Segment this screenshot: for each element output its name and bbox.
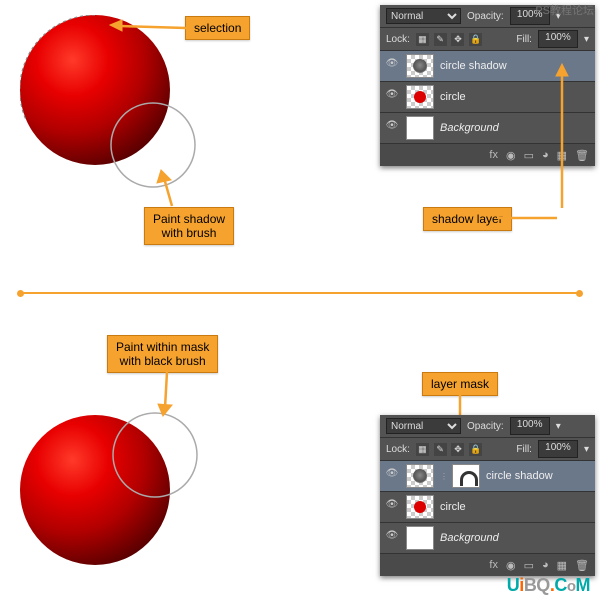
- layer-thumb-bg[interactable]: [406, 116, 434, 140]
- lock-transparency-icon[interactable]: ▦: [416, 443, 429, 456]
- opacity-value[interactable]: 100%: [510, 417, 550, 435]
- panel-footer: fx ◉ ▭ ◕ ▦ 🗑: [380, 554, 595, 576]
- lock-label: Lock:: [386, 34, 410, 45]
- lock-move-icon[interactable]: ✥: [451, 443, 464, 456]
- lock-icons[interactable]: ▦ ✎ ✥ 🔒: [416, 443, 484, 456]
- lock-transparency-icon[interactable]: ▦: [416, 33, 429, 46]
- section-divider: [20, 292, 580, 294]
- lock-all-icon[interactable]: 🔒: [469, 33, 482, 46]
- dropdown-icon[interactable]: ▾: [584, 34, 589, 45]
- callout-paint-mask: Paint within mask with black brush: [107, 335, 218, 373]
- fx-icon[interactable]: fx: [489, 149, 498, 161]
- visibility-icon[interactable]: 👁: [384, 499, 400, 515]
- arrow-paint-shadow: [155, 168, 185, 210]
- callout-paint-shadow: Paint shadow with brush: [144, 207, 234, 245]
- layer-name[interactable]: Background: [440, 532, 499, 544]
- lock-move-icon[interactable]: ✥: [451, 33, 464, 46]
- callout-selection: selection: [185, 16, 250, 40]
- dropdown-icon[interactable]: ▾: [584, 444, 589, 455]
- visibility-icon[interactable]: 👁: [384, 89, 400, 105]
- layer-name[interactable]: Background: [440, 122, 499, 134]
- visibility-icon[interactable]: 👁: [384, 58, 400, 74]
- layer-row-circle[interactable]: 👁 circle: [380, 492, 595, 523]
- watermark-bottom: UiBQ.CoM: [507, 575, 590, 596]
- layer-thumb-circle[interactable]: [406, 85, 434, 109]
- fill-label: Fill:: [516, 444, 532, 455]
- lock-label: Lock:: [386, 444, 410, 455]
- adjust-icon[interactable]: ▭: [524, 559, 534, 572]
- layer-name[interactable]: circle: [440, 91, 466, 103]
- watermark-top: PS教程论坛: [535, 2, 594, 18]
- opacity-label: Opacity:: [467, 421, 504, 432]
- layer-row-circle-shadow[interactable]: 👁 ⋮ circle shadow: [380, 461, 595, 492]
- fill-value[interactable]: 100%: [538, 440, 578, 458]
- layer-thumb-bg[interactable]: [406, 526, 434, 550]
- brush-outline-bottom: [110, 410, 200, 500]
- group-icon[interactable]: ◕: [542, 559, 549, 571]
- link-icon[interactable]: ⋮: [440, 472, 446, 481]
- adjust-icon[interactable]: ▭: [524, 149, 534, 162]
- trash-icon[interactable]: 🗑: [575, 559, 589, 572]
- visibility-icon[interactable]: 👁: [384, 468, 400, 484]
- lock-all-icon[interactable]: 🔒: [469, 443, 482, 456]
- mask-icon[interactable]: ◉: [506, 149, 516, 162]
- layer-name[interactable]: circle: [440, 501, 466, 513]
- visibility-icon[interactable]: 👁: [384, 120, 400, 136]
- mask-icon[interactable]: ◉: [506, 559, 516, 572]
- blend-mode-select[interactable]: Normal: [386, 418, 461, 434]
- blend-mode-select[interactable]: Normal: [386, 8, 461, 24]
- layer-name[interactable]: circle shadow: [486, 470, 553, 482]
- fx-icon[interactable]: fx: [489, 559, 498, 571]
- fill-label: Fill:: [516, 34, 532, 45]
- lock-icons[interactable]: ▦ ✎ ✥ 🔒: [416, 33, 484, 46]
- group-icon[interactable]: ◕: [542, 149, 549, 161]
- arrow-shadow-layer-h: [497, 213, 557, 223]
- visibility-icon[interactable]: 👁: [384, 530, 400, 546]
- layer-row-background[interactable]: 👁 Background: [380, 523, 595, 554]
- dropdown-icon[interactable]: ▾: [556, 421, 561, 432]
- lock-brush-icon[interactable]: ✎: [434, 33, 447, 46]
- layer-mask-thumb[interactable]: [452, 464, 480, 488]
- layer-thumb-circle[interactable]: [406, 495, 434, 519]
- arrow-selection: [108, 15, 188, 40]
- fill-value[interactable]: 100%: [538, 30, 578, 48]
- arrow-paint-mask: [155, 370, 185, 418]
- arrow-shadow-layer: [552, 62, 572, 212]
- trash-icon[interactable]: 🗑: [575, 149, 589, 162]
- opacity-label: Opacity:: [467, 11, 504, 22]
- lock-brush-icon[interactable]: ✎: [434, 443, 447, 456]
- layers-panel-bottom: Normal Opacity: 100% ▾ Lock: ▦ ✎ ✥ 🔒 Fil…: [380, 415, 595, 576]
- layer-thumb-shadow[interactable]: [406, 464, 434, 488]
- layer-thumb-shadow[interactable]: [406, 54, 434, 78]
- new-layer-icon[interactable]: ▦: [557, 559, 567, 572]
- layer-name[interactable]: circle shadow: [440, 60, 507, 72]
